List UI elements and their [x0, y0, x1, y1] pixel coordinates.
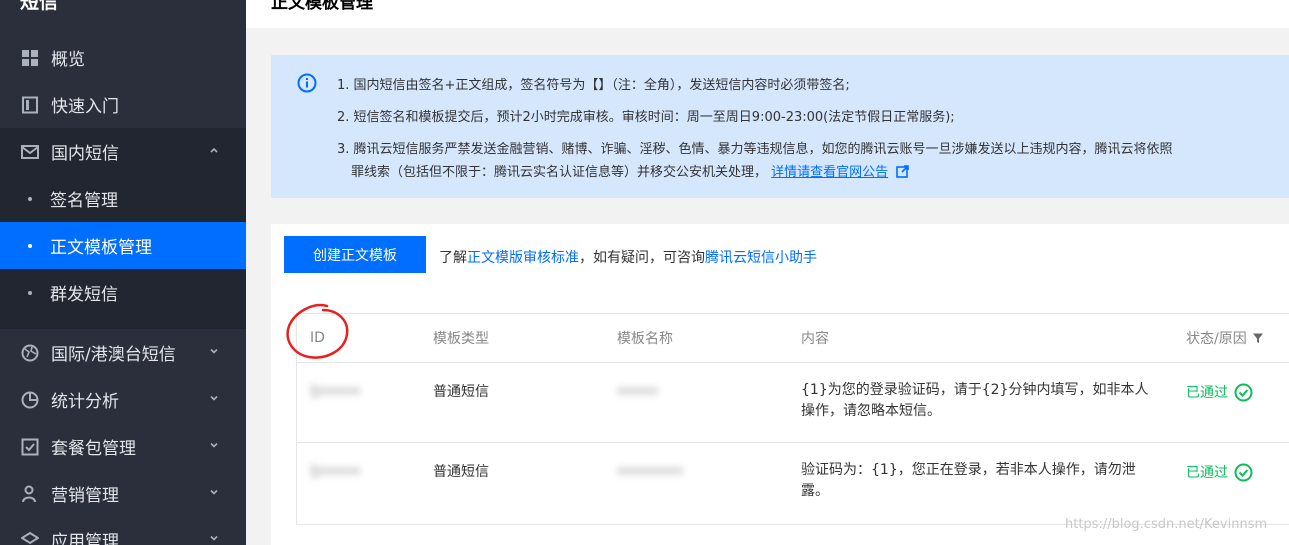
book-icon — [20, 95, 40, 115]
watermark-text: https://blog.csdn.net/Kevinnsm — [1065, 517, 1268, 532]
sidebar-item-domestic-sms[interactable]: 国内短信 — [0, 128, 246, 175]
chevron-down-icon — [210, 395, 218, 401]
sidebar-item-label: 套餐包管理 — [51, 439, 136, 459]
bullet-icon — [28, 290, 32, 295]
template-table: ID 模板类型 模板名称 内容 状态/原因 1••••• 普通短信 ••••• … — [296, 313, 1289, 525]
cell-content: 验证码为：{1}，您正在登录，若非本人操作，请勿泄 露。 — [801, 460, 1136, 502]
divider — [297, 442, 1289, 443]
package-icon — [20, 437, 40, 457]
status-badge: 已通过 — [1186, 462, 1253, 482]
sidebar-item-quickstart[interactable]: 快速入门 — [0, 81, 246, 128]
cell-name: •••••••• — [617, 464, 684, 480]
cell-type: 普通短信 — [433, 464, 489, 480]
notice-detail-link[interactable]: 详情请查看官网公告 — [771, 165, 888, 180]
sidebar-item-signature[interactable]: 签名管理 — [0, 175, 246, 222]
layers-icon — [20, 530, 40, 545]
notice-banner: 1. 国内短信由签名+正文组成，签名符号为【】（注：全角），发送短信内容时必须带… — [271, 55, 1289, 198]
column-header-type: 模板类型 — [433, 331, 489, 347]
check-circle-icon — [1234, 463, 1253, 481]
notice-line-1: 1. 国内短信由签名+正文组成，签名符号为【】（注：全角），发送短信内容时必须带… — [337, 78, 850, 93]
cell-content-line: 操作，请忽略本短信。 — [801, 403, 941, 419]
pie-chart-icon — [20, 390, 40, 410]
page-header: 正文模板管理 — [246, 0, 1289, 28]
help-mid: ，如有疑问，可咨询 — [579, 250, 705, 266]
sidebar: 短信 概览 快速入门 国内短信 签名管理 正文模板管理 群发短信 国际/港澳台短… — [0, 0, 246, 545]
page-title: 正文模板管理 — [271, 0, 373, 13]
dashboard-icon — [20, 48, 40, 68]
notice-line-2: 2. 短信签名和模板提交后，预计2小时完成审核。审核时间：周一至周日9:00-2… — [337, 110, 955, 125]
sidebar-item-marketing[interactable]: 营销管理 — [0, 470, 246, 517]
divider — [297, 362, 1289, 363]
info-icon — [297, 73, 317, 93]
column-header-status-label: 状态/原因 — [1186, 331, 1247, 347]
chevron-down-icon — [210, 535, 218, 541]
sidebar-item-label: 统计分析 — [51, 392, 119, 412]
cell-content-line: 验证码为：{1}，您正在登录，若非本人操作，请勿泄 — [801, 462, 1136, 478]
help-text: 了解正文模版审核标准，如有疑问，可咨询腾讯云短信小助手 — [439, 247, 817, 267]
sidebar-sub-label: 正文模板管理 — [50, 238, 152, 258]
sidebar-item-label: 概览 — [51, 50, 85, 70]
sidebar-item-overview[interactable]: 概览 — [0, 34, 246, 81]
sidebar-item-label: 国内短信 — [51, 144, 119, 164]
sidebar-item-label: 快速入门 — [51, 97, 119, 117]
notice-line-4: 罪线索（包括但不限于：腾讯云实名认证信息等）并移交公安机关处理， 详情请查看官网… — [351, 161, 910, 180]
cell-content-line: {1}为您的登录验证码，请于{2}分钟内填写，如非本人 — [801, 382, 1149, 398]
bullet-icon — [28, 196, 32, 201]
sidebar-title: 短信 — [20, 0, 59, 13]
sidebar-item-label: 营销管理 — [51, 486, 119, 506]
column-header-name: 模板名称 — [617, 331, 673, 347]
globe-icon — [20, 343, 40, 363]
chevron-down-icon — [210, 348, 218, 354]
sidebar-item-bulk-sms[interactable]: 群发短信 — [0, 269, 246, 316]
chevron-up-icon — [210, 147, 218, 153]
notice-line-4-text: 罪线索（包括但不限于：腾讯云实名认证信息等）并移交公安机关处理， — [351, 165, 768, 180]
assistant-link[interactable]: 腾讯云短信小助手 — [705, 250, 817, 266]
bullet-icon — [28, 243, 32, 248]
sidebar-item-template[interactable]: 正文模板管理 — [0, 222, 246, 269]
notice-line-3: 3. 腾讯云短信服务严禁发送金融营销、赌博、诈骗、淫秽、色情、暴力等违规信息，如… — [337, 142, 1173, 157]
annotation-circle — [286, 303, 349, 359]
users-icon — [20, 484, 40, 504]
sidebar-item-label: 国际/港澳台短信 — [51, 345, 176, 365]
sidebar-item-app[interactable]: 应用管理 — [0, 516, 246, 545]
external-link-icon[interactable] — [896, 165, 910, 178]
help-prefix: 了解 — [439, 250, 467, 266]
column-header-status[interactable]: 状态/原因 — [1186, 314, 1264, 362]
mail-icon — [20, 142, 40, 162]
create-template-button[interactable]: 创建正文模板 — [284, 236, 426, 273]
sidebar-item-statistics[interactable]: 统计分析 — [0, 376, 246, 423]
filter-icon[interactable] — [1252, 332, 1264, 344]
check-circle-icon — [1234, 383, 1253, 401]
sidebar-item-package[interactable]: 套餐包管理 — [0, 423, 246, 470]
sidebar-item-international[interactable]: 国际/港澳台短信 — [0, 329, 246, 376]
sidebar-sub-label: 群发短信 — [50, 285, 118, 305]
chevron-down-icon — [210, 489, 218, 495]
cell-id: 1••••• — [310, 464, 361, 480]
template-panel: 创建正文模板 了解正文模版审核标准，如有疑问，可咨询腾讯云短信小助手 ID 模板… — [271, 224, 1289, 545]
cell-name: ••••• — [617, 384, 659, 400]
status-label: 已通过 — [1186, 465, 1228, 481]
status-badge: 已通过 — [1186, 382, 1253, 402]
sidebar-item-label: 应用管理 — [51, 532, 119, 545]
review-standard-link[interactable]: 正文模版审核标准 — [467, 250, 579, 266]
status-label: 已通过 — [1186, 385, 1228, 401]
cell-id: 1••••• — [310, 384, 361, 400]
cell-content-line: 露。 — [801, 483, 829, 499]
column-header-content: 内容 — [801, 331, 829, 347]
chevron-down-icon — [210, 442, 218, 448]
sidebar-sub-label: 签名管理 — [50, 191, 118, 211]
cell-type: 普通短信 — [433, 384, 489, 400]
cell-content: {1}为您的登录验证码，请于{2}分钟内填写，如非本人 操作，请忽略本短信。 — [801, 380, 1148, 422]
